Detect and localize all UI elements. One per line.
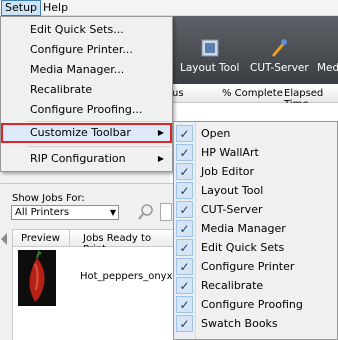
search-icon[interactable]: [137, 203, 155, 221]
check-icon: ✓: [176, 201, 193, 218]
toolbar-option-hp-wallart[interactable]: ✓ HP WallArt: [174, 143, 337, 162]
toolbar-media-button[interactable]: Med: [317, 38, 338, 74]
toolbar-option-configure-printer[interactable]: ✓ Configure Printer: [174, 257, 337, 276]
menu-separator: [27, 146, 170, 147]
menu-separator: [27, 121, 170, 122]
check-icon: ✓: [176, 182, 193, 199]
chevron-down-icon: ▼: [109, 208, 116, 217]
menu-setup[interactable]: Setup: [1, 0, 42, 16]
cut-server-icon: [272, 39, 288, 57]
customize-toolbar-submenu: ✓ Open ✓ HP WallArt ✓ Job Editor ✓ Layou…: [173, 121, 338, 340]
menu-item-configure-printer[interactable]: Configure Printer...: [1, 40, 172, 60]
toolbar-option-configure-proofing[interactable]: ✓ Configure Proofing: [174, 295, 337, 314]
menu-item-edit-quick-sets[interactable]: Edit Quick Sets...: [1, 20, 172, 40]
setup-menu: Edit Quick Sets... Configure Printer... …: [0, 16, 173, 172]
menu-item-media-manager[interactable]: Media Manager...: [1, 60, 172, 80]
menu-item-configure-proofing[interactable]: Configure Proofing...: [1, 100, 172, 120]
menu-item-rip-configuration[interactable]: RIP Configuration ▶: [1, 149, 172, 169]
toolbar-option-cut-server[interactable]: ✓ CUT-Server: [174, 200, 337, 219]
menu-item-customize-toolbar[interactable]: Customize Toolbar ▶: [1, 123, 172, 143]
check-icon: ✓: [176, 277, 193, 294]
toolbar-option-layout-tool[interactable]: ✓ Layout Tool: [174, 181, 337, 200]
col-preview[interactable]: Preview: [21, 233, 60, 244]
submenu-arrow-icon: ▶: [157, 128, 164, 137]
show-jobs-label: Show Jobs For:: [12, 193, 85, 204]
job-grid-header: us % Complete Elapsed Time: [170, 84, 338, 110]
job-thumbnail[interactable]: [18, 250, 56, 306]
jobs-list-header: Preview Jobs Ready to Print: [12, 229, 175, 255]
check-icon: ✓: [176, 125, 193, 142]
toolbar-layout-tool-button[interactable]: Layout Tool: [180, 38, 239, 74]
menubar: Setup Help: [0, 0, 338, 16]
job-name[interactable]: Hot_peppers_onyx: [80, 271, 173, 282]
check-icon: ✓: [176, 144, 193, 161]
printer-filter-select[interactable]: All Printers ▼: [11, 205, 119, 220]
check-icon: ✓: [176, 220, 193, 237]
toolbar-option-swatch-books[interactable]: ✓ Swatch Books: [174, 314, 337, 333]
toolbar-option-open[interactable]: ✓ Open: [174, 124, 337, 143]
menu-item-recalibrate[interactable]: Recalibrate: [1, 80, 172, 100]
toolbar-option-media-manager[interactable]: ✓ Media Manager: [174, 219, 337, 238]
toolbar-option-recalibrate[interactable]: ✓ Recalibrate: [174, 276, 337, 295]
search-input[interactable]: [160, 203, 172, 221]
toolbar-option-job-editor[interactable]: ✓ Job Editor: [174, 162, 337, 181]
toolbar-cut-server-button[interactable]: CUT-Server: [250, 38, 309, 74]
submenu-arrow-icon: ▶: [157, 154, 164, 163]
collapse-arrow-icon[interactable]: [0, 233, 8, 245]
layout-tool-icon: [201, 39, 219, 57]
check-icon: ✓: [176, 163, 193, 180]
toolbar-option-edit-quick-sets[interactable]: ✓ Edit Quick Sets: [174, 238, 337, 257]
col-percent-complete[interactable]: % Complete: [222, 88, 283, 99]
check-icon: ✓: [176, 258, 193, 275]
check-icon: ✓: [176, 239, 193, 256]
col-status[interactable]: us: [172, 88, 184, 99]
check-icon: ✓: [176, 315, 193, 332]
check-icon: ✓: [176, 296, 193, 313]
column-divider: [69, 230, 70, 246]
menu-help[interactable]: Help: [40, 0, 71, 16]
